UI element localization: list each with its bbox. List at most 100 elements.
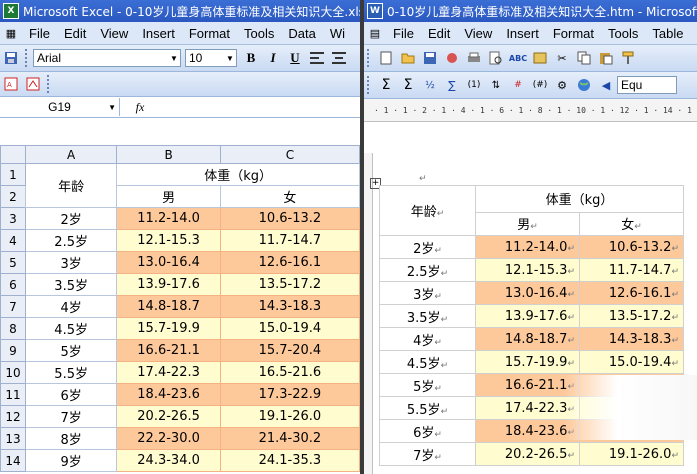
bold-button[interactable]: B — [243, 50, 259, 66]
cell-male-weight[interactable]: 22.2-30.0 — [116, 427, 221, 450]
table-cell-age[interactable]: 4岁↵ — [379, 327, 476, 351]
pdf-icon[interactable]: A — [3, 76, 19, 92]
globe-icon[interactable] — [576, 77, 592, 93]
settings-icon[interactable]: ⚙ — [554, 77, 570, 93]
table-cell-age[interactable]: 5.5岁↵ — [379, 396, 476, 420]
row-header[interactable]: 13 — [0, 427, 26, 450]
align-center-icon[interactable] — [331, 50, 347, 66]
row-header[interactable]: 12 — [0, 405, 26, 428]
cell-female-header[interactable]: 女 — [219, 185, 360, 208]
table-cell-age[interactable]: 5岁↵ — [379, 373, 476, 397]
fraction-icon[interactable]: ½ — [422, 77, 438, 93]
cell-female-weight[interactable]: 12.6-16.1 — [219, 251, 360, 274]
fx-icon[interactable]: fx — [120, 100, 160, 115]
word-app-icon[interactable]: W — [367, 3, 383, 19]
style-combo[interactable]: Equ — [617, 76, 677, 94]
cell-male-weight[interactable]: 17.4-22.3 — [116, 361, 221, 384]
row-header[interactable]: 11 — [0, 383, 26, 406]
research-icon[interactable] — [532, 50, 548, 66]
chevron-down-icon[interactable]: ▼ — [168, 50, 180, 66]
pdf-export-icon[interactable] — [25, 76, 41, 92]
excel-title-bar[interactable]: X Microsoft Excel - 0-10岁儿童身高体重标准及相关知识大全… — [0, 0, 360, 22]
font-size-combo[interactable]: 10 ▼ — [185, 49, 237, 67]
word-menu-tools[interactable]: Tools — [601, 26, 645, 41]
cell-male-weight[interactable]: 24.3-34.0 — [116, 449, 221, 472]
word-menu-insert[interactable]: Insert — [499, 26, 546, 41]
cell-male-weight[interactable]: 12.1-15.3 — [116, 229, 221, 252]
cell-female-weight[interactable]: 19.1-26.0 — [219, 405, 360, 428]
cell-age[interactable]: 5.5岁 — [24, 361, 118, 384]
cell-male-weight[interactable]: 14.8-18.7 — [116, 295, 221, 318]
table-cell-age[interactable]: 3岁↵ — [379, 281, 476, 305]
row-header[interactable]: 1 — [0, 163, 26, 186]
equation-icon[interactable]: ∑ — [444, 77, 460, 93]
cell-female-weight[interactable]: 17.3-22.9 — [219, 383, 360, 406]
table-cell-age[interactable]: 2.5岁↵ — [379, 258, 476, 282]
name-box[interactable]: G19 ▼ — [0, 98, 120, 116]
table-cell-age[interactable]: 2岁↵ — [379, 235, 476, 259]
sum-icon[interactable]: Σ — [378, 77, 394, 93]
font-name-combo[interactable]: Arial ▼ — [33, 49, 181, 67]
select-all-corner[interactable] — [0, 145, 26, 164]
table-cell-male[interactable]: 12.1-15.3↵ — [475, 258, 580, 282]
cell-female-weight[interactable]: 15.0-19.4 — [219, 317, 360, 340]
underline-button[interactable]: U — [287, 50, 303, 66]
word-menu-edit[interactable]: Edit — [421, 26, 457, 41]
cell-female-weight[interactable]: 15.7-20.4 — [219, 339, 360, 362]
cell-male-weight[interactable]: 13.9-17.6 — [116, 273, 221, 296]
row-header[interactable]: 3 — [0, 207, 26, 230]
italic-button[interactable]: I — [265, 50, 281, 66]
cell-male-header[interactable]: 男 — [116, 185, 221, 208]
table-cell-female-header[interactable]: 女↵ — [579, 211, 684, 237]
cell-male-weight[interactable]: 20.2-26.5 — [116, 405, 221, 428]
cell-female-weight[interactable]: 13.5-17.2 — [219, 273, 360, 296]
cell-age[interactable]: 3.5岁 — [24, 273, 118, 296]
cell-age[interactable]: 9岁 — [24, 449, 118, 472]
cell-male-weight[interactable]: 18.4-23.6 — [116, 383, 221, 406]
word-menu-file[interactable]: File — [386, 26, 421, 41]
table-cell-female[interactable]: 11.7-14.7↵ — [579, 258, 684, 282]
save-icon[interactable] — [3, 50, 19, 66]
cell-male-weight[interactable]: 15.7-19.9 — [116, 317, 221, 340]
cell-male-weight[interactable]: 11.2-14.0 — [116, 207, 221, 230]
cell-female-weight[interactable]: 11.7-14.7 — [219, 229, 360, 252]
row-header[interactable]: 2 — [0, 185, 26, 208]
word-menu-format[interactable]: Format — [546, 26, 601, 41]
cell-female-weight[interactable]: 21.4-30.2 — [219, 427, 360, 450]
toolbar-grip[interactable] — [367, 49, 372, 67]
save-icon[interactable] — [422, 50, 438, 66]
toolbar-grip[interactable] — [25, 49, 30, 67]
cell-age[interactable]: 2岁 — [24, 207, 118, 230]
row-header[interactable]: 10 — [0, 361, 26, 384]
spelling-icon[interactable]: ABC — [509, 50, 527, 66]
numbering-icon[interactable]: (1) — [466, 77, 482, 93]
cell-male-weight[interactable]: 16.6-21.1 — [116, 339, 221, 362]
table-cell-male[interactable]: 20.2-26.5↵ — [475, 442, 580, 466]
excel-app-icon[interactable]: X — [3, 3, 19, 19]
copy-icon[interactable] — [576, 50, 592, 66]
back-arrow-icon[interactable]: ◀ — [598, 77, 614, 93]
excel-menu-tools[interactable]: Tools — [237, 26, 281, 41]
table-cell-age[interactable]: 3.5岁↵ — [379, 304, 476, 328]
table-cell-age[interactable]: 4.5岁↵ — [379, 350, 476, 374]
table-cell-female[interactable]: 10.6-13.2↵ — [579, 235, 684, 259]
word-menu-view[interactable]: View — [457, 26, 499, 41]
sum-alt-icon[interactable]: Σ — [400, 77, 416, 93]
toolbar-grip[interactable] — [367, 76, 372, 94]
cell-age-header[interactable]: 年龄 — [24, 163, 118, 208]
cut-icon[interactable]: ✂ — [554, 50, 570, 66]
print-preview-icon[interactable] — [488, 50, 504, 66]
word-menu-table[interactable]: Table — [645, 26, 690, 41]
cell-female-weight[interactable]: 24.1-35.3 — [219, 449, 360, 472]
table-cell-male-header[interactable]: 男↵ — [475, 211, 580, 237]
strike-number-icon[interactable]: # — [510, 77, 526, 93]
row-header[interactable]: 6 — [0, 273, 26, 296]
cell-female-weight[interactable]: 14.3-18.3 — [219, 295, 360, 318]
column-header-b[interactable]: B — [116, 145, 221, 164]
column-header-a[interactable]: A — [24, 145, 118, 164]
word-title-bar[interactable]: W 0-10岁儿童身高体重标准及相关知识大全.htm - Microsoft — [364, 0, 697, 22]
chevron-down-icon[interactable]: ▼ — [108, 103, 116, 112]
row-header[interactable]: 9 — [0, 339, 26, 362]
row-header[interactable]: 8 — [0, 317, 26, 340]
table-cell-weight-header[interactable]: 体重（kg） — [475, 185, 684, 213]
